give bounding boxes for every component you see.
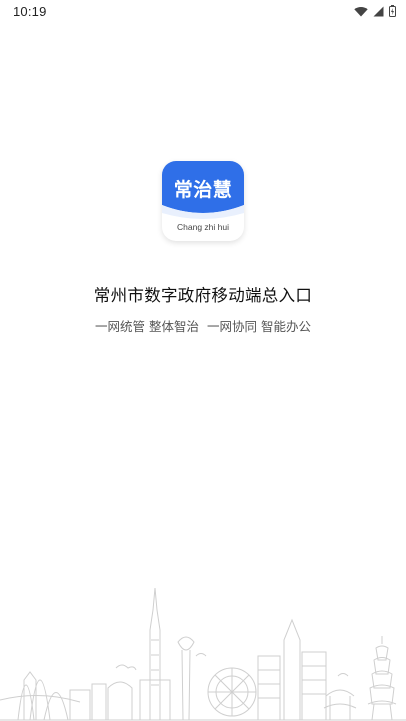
logo-title: 常治慧	[173, 179, 233, 201]
splash-title: 常州市数字政府移动端总入口	[93, 286, 313, 305]
status-icons	[354, 4, 396, 18]
logo-pinyin: Chang zhi hui	[177, 222, 229, 232]
wifi-icon	[354, 6, 368, 17]
city-skyline-illustration	[0, 587, 406, 721]
splash-screen: 10:19 常治慧 Chang zhi hui 常州市数字政府移动端总入口 一网…	[0, 0, 406, 721]
battery-icon	[389, 5, 396, 17]
app-logo: 常治慧 Chang zhi hui	[162, 161, 244, 241]
splash-subtitle: 一网统管 整体智治 一网协同 智能办公	[95, 319, 311, 334]
status-time: 10:19	[13, 4, 47, 19]
signal-icon	[373, 6, 384, 17]
status-bar: 10:19	[0, 0, 406, 24]
